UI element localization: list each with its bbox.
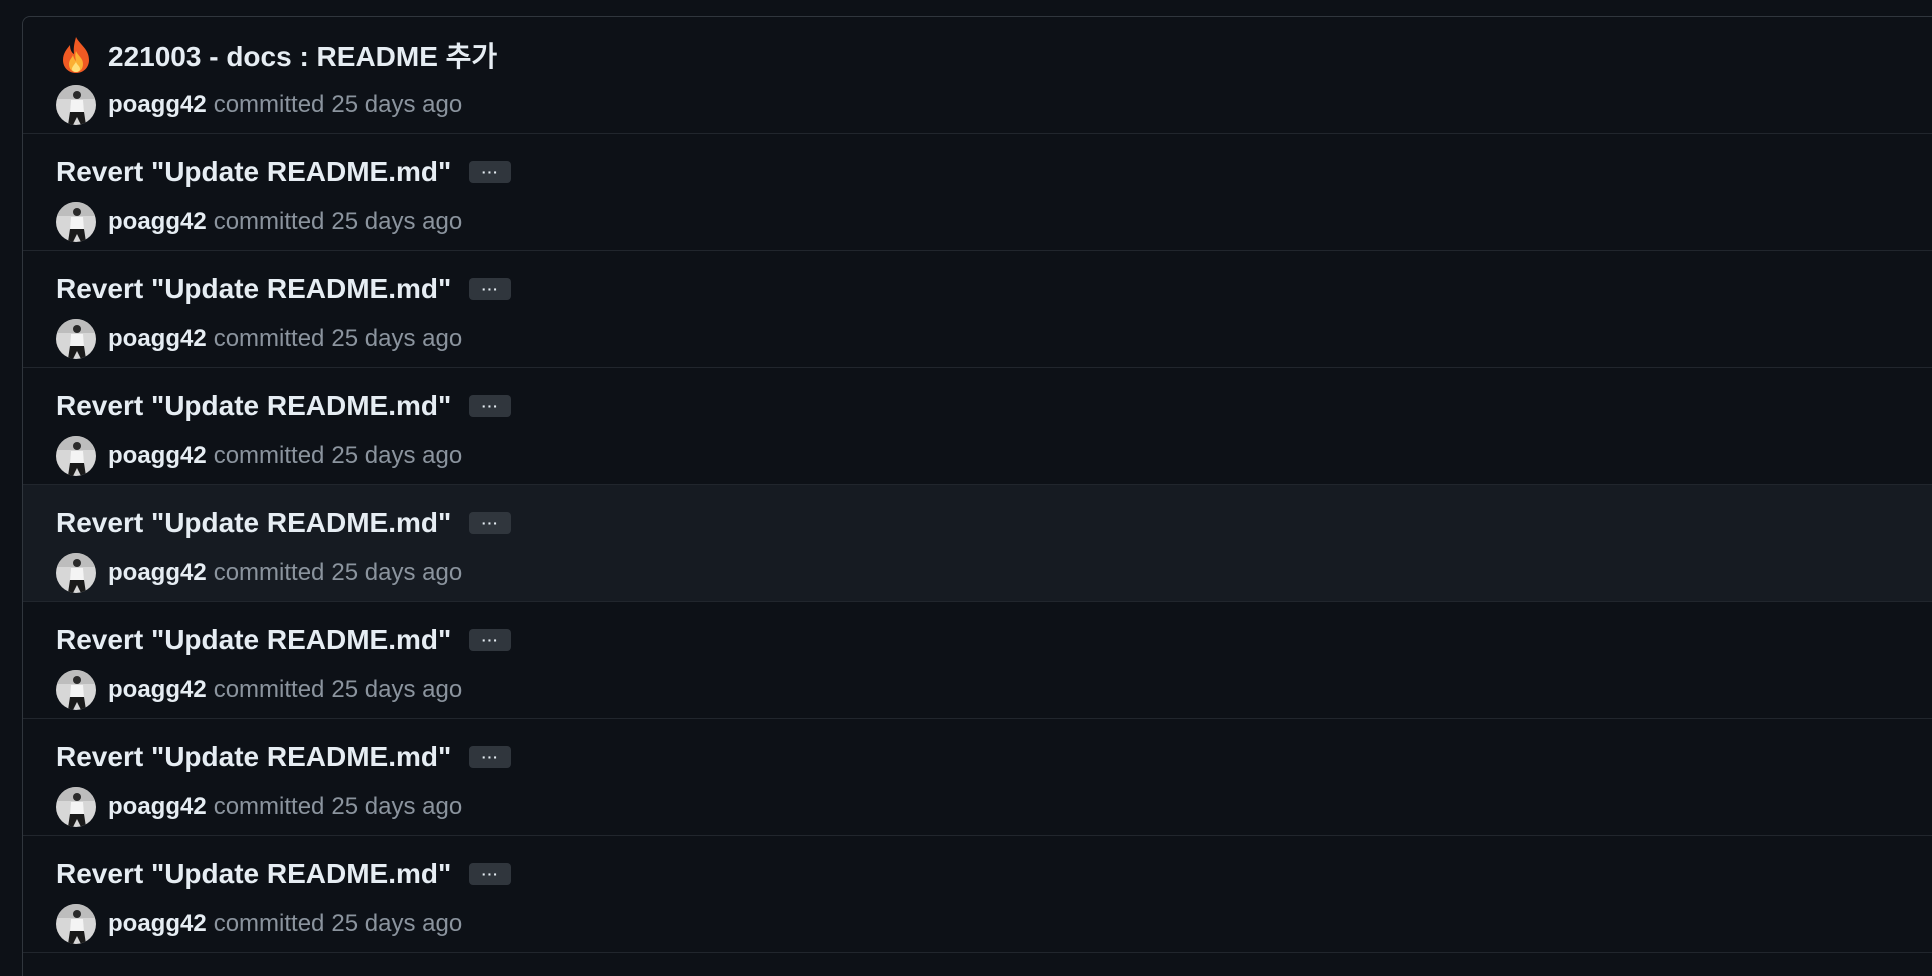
committed-label: committed <box>213 559 325 586</box>
fire-icon <box>56 35 96 75</box>
commit-meta: poagg42 committed 25 days ago <box>56 904 462 944</box>
avatar[interactable] <box>56 436 96 476</box>
committed-label: committed <box>213 793 325 820</box>
author-link[interactable]: poagg42 <box>108 793 207 821</box>
commit-message-link[interactable]: Revert "Update README.md" <box>56 390 451 422</box>
expand-message-button[interactable]: ··· <box>469 863 512 885</box>
relative-time: 25 days ago <box>331 559 463 586</box>
avatar[interactable] <box>56 319 96 359</box>
author-link[interactable]: poagg42 <box>108 208 207 236</box>
avatar[interactable] <box>56 904 96 944</box>
relative-time: 25 days ago <box>331 442 463 469</box>
commit-meta: poagg42 committed 25 days ago <box>56 670 462 710</box>
commit-title: Revert "Update README.md" ··· <box>56 152 512 192</box>
relative-time: 25 days ago <box>331 208 463 235</box>
commit-message-link[interactable]: Revert "Update README.md" <box>56 156 451 188</box>
committed-label: committed <box>213 676 325 703</box>
commit-row: Revert "Update README.md" ··· poagg42 co… <box>23 719 1932 836</box>
relative-time: 25 days ago <box>331 91 463 118</box>
author-link[interactable]: poagg42 <box>108 442 207 470</box>
commit-title: Revert "Update README.md" ··· <box>56 503 512 543</box>
avatar[interactable] <box>56 202 96 242</box>
committed-label: committed <box>213 208 325 235</box>
commit-title: Revert "Update README.md" ··· <box>56 737 512 777</box>
expand-message-button[interactable]: ··· <box>469 278 512 300</box>
commit-message-link[interactable]: Revert "Update README.md" <box>56 858 451 890</box>
avatar[interactable] <box>56 553 96 593</box>
expand-message-button[interactable]: ··· <box>469 629 512 651</box>
expand-message-button[interactable]: ··· <box>469 746 512 768</box>
expand-message-button[interactable]: ··· <box>469 512 512 534</box>
relative-time: 25 days ago <box>331 676 463 703</box>
commit-meta: poagg42 committed 25 days ago <box>56 202 462 242</box>
commit-row: Revert "Update README.md" ··· poagg42 co… <box>23 134 1932 251</box>
avatar[interactable] <box>56 85 96 125</box>
expand-message-button[interactable]: ··· <box>469 161 512 183</box>
commit-row: Revert "Update README.md" ··· poagg42 co… <box>23 368 1932 485</box>
author-link[interactable]: poagg42 <box>108 91 207 119</box>
committed-label: committed <box>213 91 325 118</box>
commit-message-link[interactable]: Revert "Update README.md" <box>56 624 451 656</box>
author-link[interactable]: poagg42 <box>108 559 207 587</box>
commit-title: Revert "Update README.md" ··· <box>56 620 512 660</box>
commit-title: Revert "Update README.md" ··· <box>56 386 512 426</box>
commit-message-link[interactable]: Revert "Update README.md" <box>56 507 451 539</box>
commit-message-link[interactable]: Revert "Update README.md" <box>56 273 451 305</box>
commit-row: Revert "Update README.md" ··· poagg42 co… <box>23 485 1932 602</box>
commit-meta: poagg42 committed 25 days ago <box>56 787 462 827</box>
committed-label: committed <box>213 325 325 352</box>
commit-message-link[interactable]: Revert "Update README.md" <box>56 741 451 773</box>
commit-row: 221003 - docs : README 추가 poagg42 commit… <box>23 17 1932 134</box>
committed-label: committed <box>213 442 325 469</box>
commit-message-link[interactable]: 221003 - docs : README 추가 <box>108 35 497 75</box>
commit-title: Revert "Update README.md" ··· <box>56 854 512 894</box>
committed-label: committed <box>213 910 325 937</box>
commit-row: Revert "Update README.md" ··· poagg42 co… <box>23 602 1932 719</box>
author-link[interactable]: poagg42 <box>108 325 207 353</box>
commit-meta: poagg42 committed 25 days ago <box>56 553 462 593</box>
avatar[interactable] <box>56 787 96 827</box>
commit-row: Revert "Update README.md" ··· poagg42 co… <box>23 251 1932 368</box>
commit-meta: poagg42 committed 25 days ago <box>56 436 462 476</box>
relative-time: 25 days ago <box>331 325 463 352</box>
author-link[interactable]: poagg42 <box>108 910 207 938</box>
relative-time: 25 days ago <box>331 910 463 937</box>
commit-title: 221003 - docs : README 추가 <box>56 35 497 75</box>
commit-meta: poagg42 committed 25 days ago <box>56 319 462 359</box>
relative-time: 25 days ago <box>331 793 463 820</box>
commit-list: 221003 - docs : README 추가 poagg42 commit… <box>22 16 1932 976</box>
author-link[interactable]: poagg42 <box>108 676 207 704</box>
commit-title: Revert "Update README.md" ··· <box>56 269 512 309</box>
commit-row: Revert "Update README.md" ··· poagg42 co… <box>23 836 1932 953</box>
commit-meta: poagg42 committed 25 days ago <box>56 85 462 125</box>
avatar[interactable] <box>56 670 96 710</box>
expand-message-button[interactable]: ··· <box>469 395 512 417</box>
